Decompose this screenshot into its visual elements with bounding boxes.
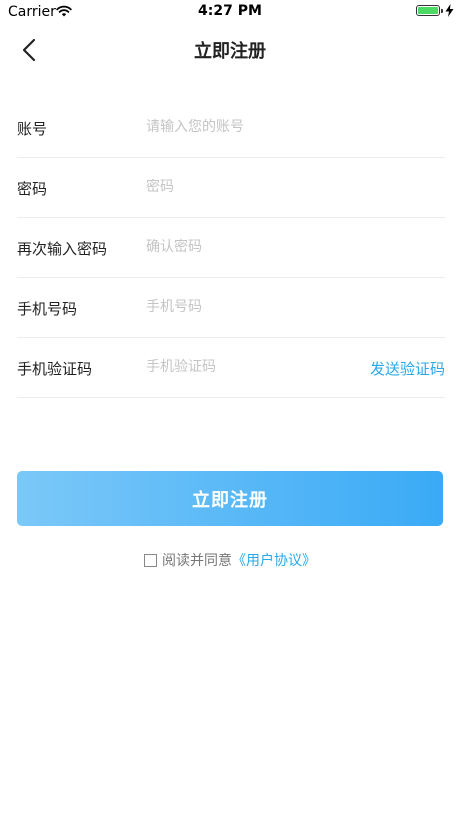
confirm-password-row: 再次输入密码	[17, 218, 445, 278]
charging-bolt-icon	[445, 4, 454, 17]
verification-code-label: 手机验证码	[17, 360, 93, 378]
account-input[interactable]	[146, 112, 356, 142]
nav-bar: 立即注册	[0, 24, 460, 76]
phone-row: 手机号码	[17, 278, 445, 338]
agree-text: 阅读并同意	[162, 553, 232, 569]
register-screen: Carrier 4:27 PM 立即注册 账号 密码	[0, 0, 460, 818]
password-input[interactable]	[146, 172, 356, 202]
account-row: 账号	[17, 98, 445, 158]
password-label: 密码	[17, 180, 48, 198]
register-button[interactable]: 立即注册	[17, 471, 443, 526]
confirm-password-input[interactable]	[146, 232, 356, 262]
time-label: 4:27 PM	[198, 3, 262, 19]
battery-icon	[416, 5, 443, 16]
password-row: 密码	[17, 158, 445, 218]
verification-code-row: 手机验证码 发送验证码	[17, 338, 445, 398]
agree-checkbox[interactable]	[144, 553, 157, 567]
battery-level	[418, 7, 438, 14]
page-title: 立即注册	[194, 41, 266, 62]
send-code-button[interactable]: 发送验证码	[370, 358, 445, 379]
account-label: 账号	[17, 120, 48, 138]
battery-tip	[441, 9, 443, 13]
user-agreement-link[interactable]: 《用户协议》	[232, 550, 316, 570]
agreement: 阅读并同意 《用户协议》	[0, 550, 460, 570]
confirm-password-label: 再次输入密码	[17, 240, 108, 258]
register-form: 账号 密码 再次输入密码 手机号码 手机验证码 发送验证码	[17, 98, 445, 398]
status-bar: Carrier 4:27 PM	[0, 0, 460, 24]
phone-label: 手机号码	[17, 300, 78, 318]
phone-input[interactable]	[146, 292, 356, 322]
verification-code-input[interactable]	[146, 352, 356, 382]
